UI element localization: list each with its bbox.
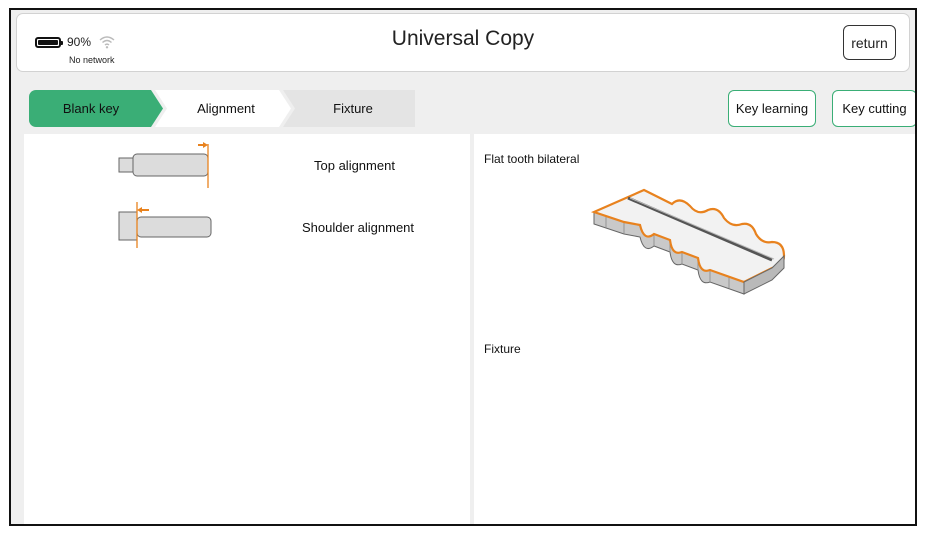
network-status: No network [69, 55, 115, 65]
shoulder-alignment-option[interactable]: Shoulder alignment [24, 200, 470, 248]
tab-fixture[interactable]: Fixture [283, 90, 415, 127]
top-alignment-icon [118, 142, 209, 188]
header-bar: 90% No network Universal Copy return [16, 13, 910, 72]
tab-blank-key[interactable]: Blank key [29, 90, 163, 127]
top-alignment-option[interactable]: Top alignment [24, 140, 470, 188]
shoulder-alignment-label: Shoulder alignment [302, 220, 415, 235]
key-cutting-button[interactable]: Key cutting [832, 90, 915, 127]
key-info-panel: Flat tooth bilateral Fixture [474, 134, 915, 524]
alignment-panel: Top alignment Shoulder alignment [24, 134, 470, 524]
key-image [590, 188, 786, 295]
step-tabs: Blank key Alignment Fixture [29, 90, 415, 127]
key-learning-button[interactable]: Key learning [728, 90, 816, 127]
shoulder-alignment-icon [118, 202, 212, 248]
fixture-label: Fixture [484, 342, 521, 356]
top-alignment-label: Top alignment [314, 158, 395, 173]
page-title: Universal Copy [391, 27, 535, 50]
key-type-label: Flat tooth bilateral [484, 152, 580, 166]
app-frame: 90% No network Universal Copy return Bla… [9, 8, 917, 526]
return-button[interactable]: return [843, 25, 896, 60]
tab-alignment[interactable]: Alignment [155, 90, 291, 127]
